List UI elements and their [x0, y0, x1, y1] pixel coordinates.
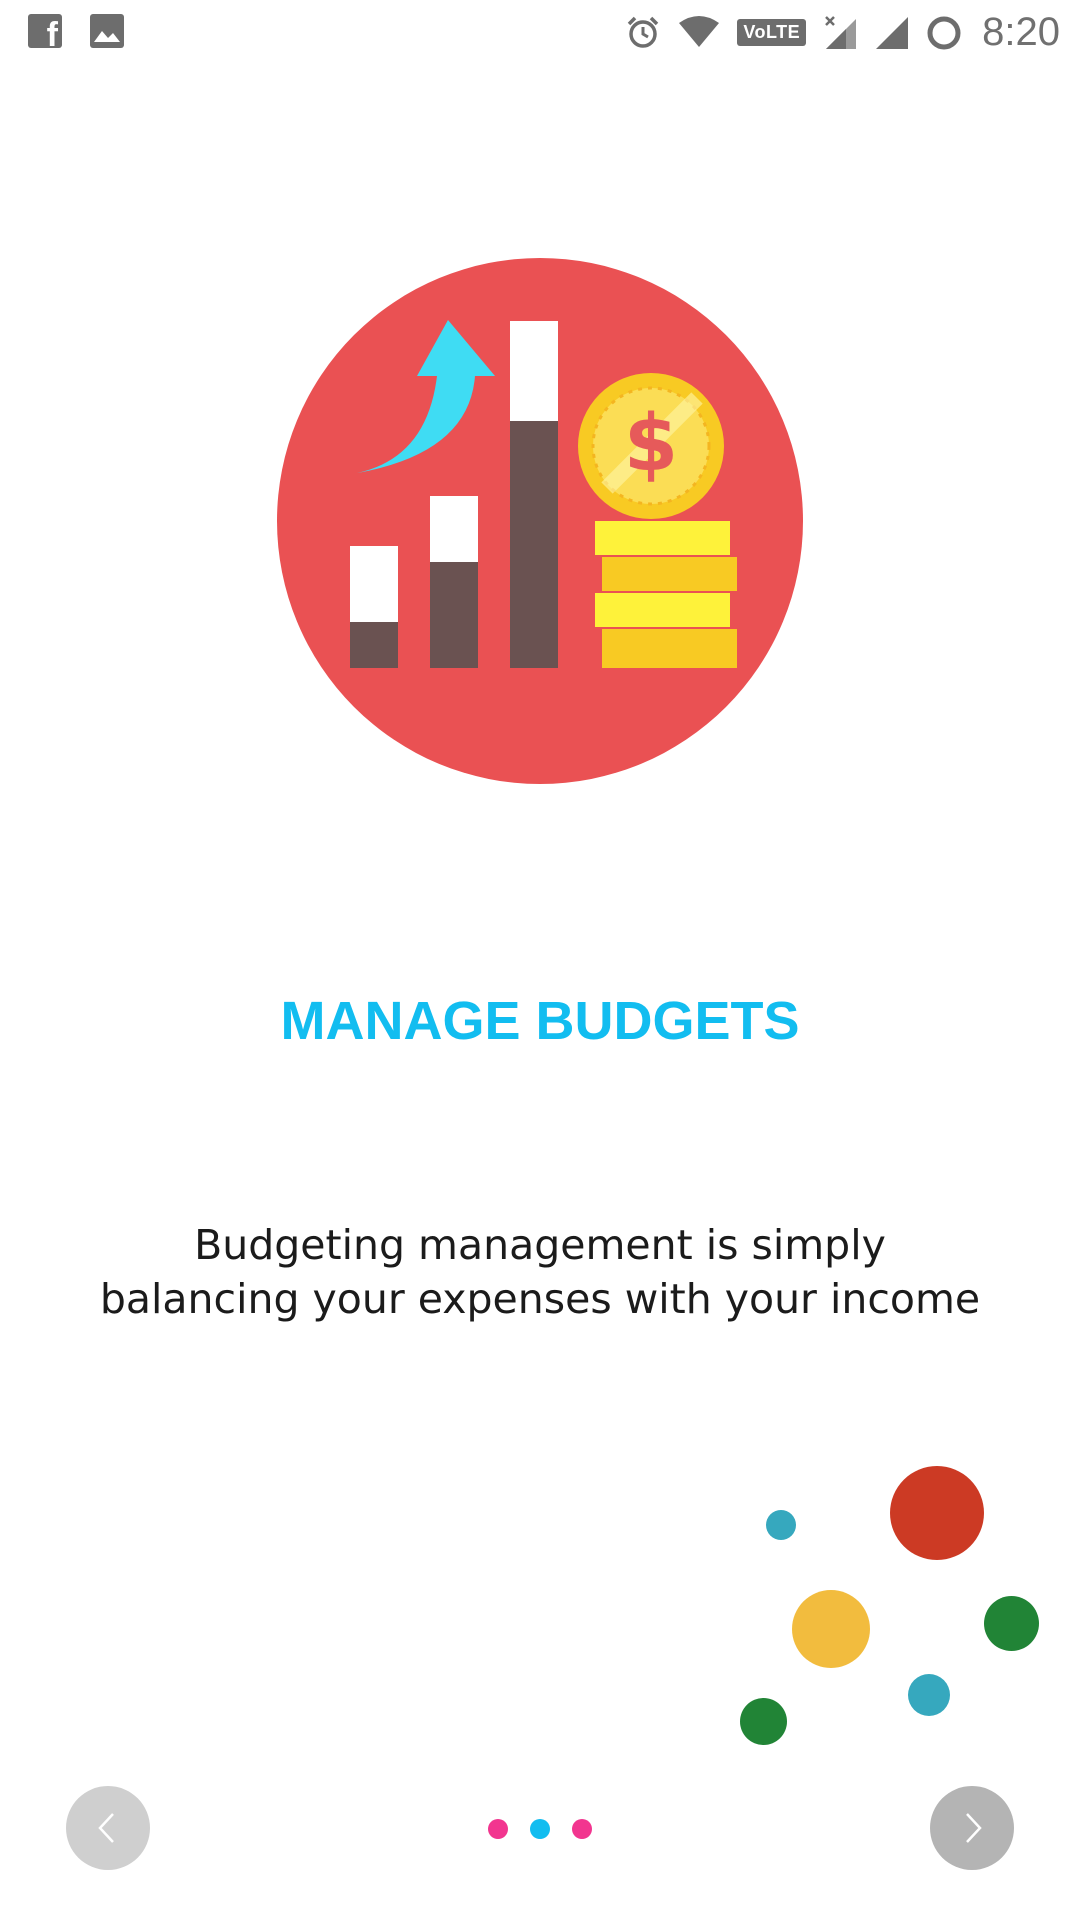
decorative-dot-green-right — [984, 1596, 1039, 1651]
dollar-sign: $ — [624, 399, 678, 489]
coin-stack-icon — [595, 521, 737, 668]
onboarding-screen: f VoLTE 8:20 $ MANAGE BUDGETS Budgeting … — [0, 0, 1080, 1920]
chevron-right-icon — [966, 1813, 982, 1843]
onboarding-description: Budgeting management is simply balancing… — [99, 1221, 981, 1323]
bar-small — [350, 546, 398, 668]
alarm-icon — [628, 16, 659, 48]
next-button[interactable] — [930, 1786, 1014, 1870]
dollar-coin-icon: $ — [578, 373, 724, 519]
onboarding-title: MANAGE BUDGETS — [280, 991, 800, 1051]
page-indicator — [0, 1819, 1080, 1839]
no-sim-signal-icon — [825, 15, 857, 49]
decorative-dot-teal-small — [766, 1510, 796, 1540]
bar-medium — [430, 496, 478, 668]
status-bar: f VoLTE 8:20 — [0, 0, 1080, 66]
battery-icon — [927, 16, 961, 49]
wifi-icon — [679, 15, 720, 47]
budget-growth-illustration: $ — [277, 258, 803, 784]
signal-icon — [876, 16, 909, 49]
decorative-dot-teal — [908, 1674, 950, 1716]
page-indicator-dot-2-active[interactable] — [530, 1819, 550, 1839]
gallery-icon — [90, 14, 124, 48]
page-indicator-dot-1[interactable] — [488, 1819, 508, 1839]
decorative-dot-yellow — [792, 1590, 870, 1668]
bar-tall — [510, 321, 558, 668]
facebook-icon: f — [28, 14, 62, 52]
decorative-dot-green-left — [740, 1698, 787, 1745]
clock-time: 8:20 — [982, 10, 1060, 54]
volte-icon: VoLTE — [737, 19, 807, 46]
decorative-dot-red — [890, 1466, 984, 1560]
page-indicator-dot-3[interactable] — [572, 1819, 592, 1839]
